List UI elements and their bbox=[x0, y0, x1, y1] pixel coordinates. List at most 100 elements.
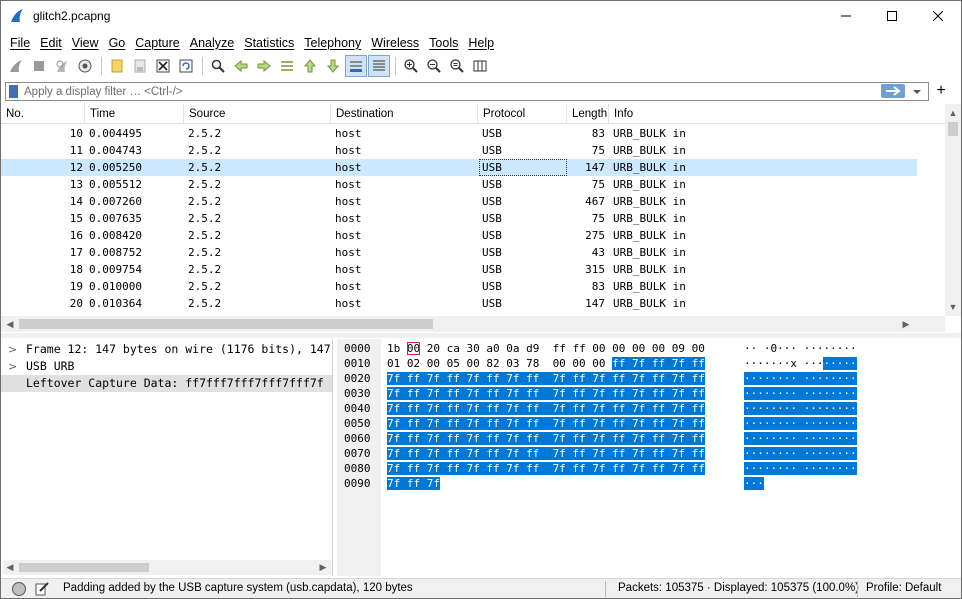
hex-dump[interactable]: 7f ff 7f bbox=[387, 476, 440, 491]
hex-dump[interactable]: 7f ff 7f ff 7f ff 7f ff 7f ff 7f ff 7f f… bbox=[387, 461, 705, 476]
scroll-down-icon[interactable]: ▼ bbox=[946, 300, 960, 314]
ascii-dump[interactable]: ·······x ········ bbox=[744, 356, 857, 371]
hex-dump[interactable]: 7f ff 7f ff 7f ff 7f ff 7f ff 7f ff 7f f… bbox=[387, 446, 705, 461]
hex-dump[interactable]: 7f ff 7f ff 7f ff 7f ff 7f ff 7f ff 7f f… bbox=[387, 416, 705, 431]
hex-dump[interactable]: 7f ff 7f ff 7f ff 7f ff 7f ff 7f ff 7f f… bbox=[387, 386, 705, 401]
tree-item-usb-urb[interactable]: > USB URB bbox=[1, 358, 332, 375]
add-filter-button[interactable]: + bbox=[933, 81, 949, 101]
column-header-no[interactable]: No. bbox=[1, 104, 85, 124]
resize-columns-button[interactable] bbox=[469, 55, 491, 77]
close-file-button[interactable] bbox=[152, 55, 174, 77]
packet-row[interactable]: 18 0.009754 2.5.2 host USB 315 URB_BULK in bbox=[1, 261, 917, 278]
column-header-info[interactable]: Info bbox=[609, 104, 917, 124]
close-button[interactable] bbox=[915, 1, 961, 31]
ascii-dump[interactable]: ········ ········ bbox=[744, 461, 857, 476]
menu-statistics[interactable]: Statistics bbox=[239, 36, 299, 50]
tree-item-frame[interactable]: > Frame 12: 147 bytes on wire (1176 bits… bbox=[1, 341, 332, 358]
expand-arrow-icon[interactable]: > bbox=[8, 341, 17, 358]
find-packet-button[interactable] bbox=[207, 55, 229, 77]
menu-telephony[interactable]: Telephony bbox=[299, 36, 366, 50]
scroll-up-icon[interactable]: ▲ bbox=[946, 106, 960, 120]
ascii-dump[interactable]: ········ ········ bbox=[744, 386, 857, 401]
auto-scroll-button[interactable] bbox=[345, 55, 367, 77]
ascii-dump[interactable]: ··· bbox=[744, 476, 764, 491]
scroll-right-icon[interactable]: ▶ bbox=[316, 560, 330, 574]
hex-dump[interactable]: 7f ff 7f ff 7f ff 7f ff 7f ff 7f ff 7f f… bbox=[387, 371, 705, 386]
column-header-source[interactable]: Source bbox=[184, 104, 331, 124]
go-last-button[interactable] bbox=[322, 55, 344, 77]
apply-filter-button[interactable] bbox=[881, 84, 905, 98]
restart-capture-button[interactable] bbox=[51, 55, 73, 77]
pane-splitter[interactable] bbox=[1, 333, 961, 338]
ascii-dump[interactable]: ········ ········ bbox=[744, 371, 857, 386]
hex-dump[interactable]: 1b 00 20 ca 30 a0 0a d9 ff ff 00 00 00 0… bbox=[387, 341, 705, 356]
menu-view[interactable]: View bbox=[67, 36, 104, 50]
packet-list-horizontal-scrollbar[interactable]: ◀ ▶ bbox=[1, 316, 945, 332]
ascii-dump[interactable]: ········ ········ bbox=[744, 431, 857, 446]
expand-arrow-icon[interactable]: > bbox=[8, 358, 17, 375]
packet-row[interactable]: 16 0.008420 2.5.2 host USB 275 URB_BULK in bbox=[1, 227, 917, 244]
profile-label[interactable]: Profile: Default bbox=[866, 582, 941, 594]
reload-file-button[interactable] bbox=[175, 55, 197, 77]
packet-row[interactable]: 17 0.008752 2.5.2 host USB 43 URB_BULK in bbox=[1, 244, 917, 261]
hex-dump[interactable]: 7f ff 7f ff 7f ff 7f ff 7f ff 7f ff 7f f… bbox=[387, 401, 705, 416]
packet-row[interactable]: 19 0.010000 2.5.2 host USB 83 URB_BULK in bbox=[1, 278, 917, 295]
close-file-icon bbox=[156, 59, 170, 73]
capture-options-button[interactable] bbox=[74, 55, 96, 77]
display-filter-input[interactable] bbox=[24, 84, 879, 99]
details-horizontal-scrollbar[interactable]: ◀ ▶ bbox=[3, 560, 331, 575]
zoom-out-button[interactable] bbox=[423, 55, 445, 77]
ascii-dump[interactable]: ·· ·0··· ········ bbox=[744, 341, 857, 356]
scrollbar-thumb[interactable] bbox=[948, 122, 958, 136]
packet-row[interactable]: 20 0.010364 2.5.2 host USB 147 URB_BULK in bbox=[1, 295, 917, 312]
start-capture-button[interactable] bbox=[5, 55, 27, 77]
minimize-button[interactable] bbox=[823, 1, 869, 31]
hex-dump[interactable]: 7f ff 7f ff 7f ff 7f ff 7f ff 7f ff 7f f… bbox=[387, 431, 705, 446]
maximize-button[interactable] bbox=[869, 1, 915, 31]
column-header-time[interactable]: Time bbox=[85, 104, 184, 124]
packet-row[interactable]: 11 0.004743 2.5.2 host USB 75 URB_BULK in bbox=[1, 142, 917, 159]
packet-row[interactable]: 12 0.005250 2.5.2 host USB 147 URB_BULK in bbox=[1, 159, 917, 176]
column-header-protocol[interactable]: Protocol bbox=[478, 104, 567, 124]
menu-go[interactable]: Go bbox=[104, 36, 131, 50]
filter-history-dropdown[interactable] bbox=[910, 85, 924, 98]
bookmark-icon[interactable] bbox=[9, 85, 18, 98]
menu-help[interactable]: Help bbox=[463, 36, 499, 50]
open-file-button[interactable] bbox=[106, 55, 128, 77]
menu-edit[interactable]: Edit bbox=[35, 36, 67, 50]
go-first-button[interactable] bbox=[299, 55, 321, 77]
hex-dump[interactable]: 01 02 00 05 00 82 03 78 00 00 00 ff 7f f… bbox=[387, 356, 705, 371]
scroll-right-icon[interactable]: ▶ bbox=[899, 317, 913, 331]
go-back-button[interactable] bbox=[230, 55, 252, 77]
go-to-packet-button[interactable] bbox=[276, 55, 298, 77]
go-forward-button[interactable] bbox=[253, 55, 275, 77]
capture-options-icon bbox=[78, 59, 92, 73]
menu-wireless[interactable]: Wireless bbox=[366, 36, 424, 50]
menu-file[interactable]: File bbox=[5, 36, 35, 50]
ascii-dump[interactable]: ········ ········ bbox=[744, 401, 857, 416]
packet-list-vertical-scrollbar[interactable]: ▲ ▼ bbox=[945, 104, 961, 316]
scroll-left-icon[interactable]: ◀ bbox=[3, 317, 17, 331]
scroll-left-icon[interactable]: ◀ bbox=[3, 560, 17, 574]
capture-comment-icon[interactable] bbox=[35, 582, 49, 596]
packet-row[interactable]: 15 0.007635 2.5.2 host USB 75 URB_BULK in bbox=[1, 210, 917, 227]
packet-row[interactable]: 10 0.004495 2.5.2 host USB 83 URB_BULK in bbox=[1, 125, 917, 142]
packet-row[interactable]: 14 0.007260 2.5.2 host USB 467 URB_BULK in bbox=[1, 193, 917, 210]
column-header-length[interactable]: Length bbox=[567, 104, 609, 124]
expert-info-icon[interactable] bbox=[12, 582, 26, 596]
packet-row[interactable]: 13 0.005512 2.5.2 host USB 75 URB_BULK in bbox=[1, 176, 917, 193]
tree-item-leftover-data[interactable]: Leftover Capture Data: ff7fff7fff7fff7ff… bbox=[1, 375, 332, 392]
menu-analyze[interactable]: Analyze bbox=[185, 36, 239, 50]
scrollbar-thumb[interactable] bbox=[19, 563, 149, 572]
ascii-dump[interactable]: ········ ········ bbox=[744, 446, 857, 461]
colorize-button[interactable] bbox=[368, 55, 390, 77]
normal-size-button[interactable] bbox=[446, 55, 468, 77]
stop-capture-button[interactable] bbox=[28, 55, 50, 77]
ascii-dump[interactable]: ········ ········ bbox=[744, 416, 857, 431]
menu-capture[interactable]: Capture bbox=[130, 36, 184, 50]
menu-tools[interactable]: Tools bbox=[424, 36, 463, 50]
scrollbar-thumb[interactable] bbox=[19, 319, 433, 329]
zoom-in-button[interactable] bbox=[400, 55, 422, 77]
column-header-destination[interactable]: Destination bbox=[331, 104, 478, 124]
save-file-button[interactable] bbox=[129, 55, 151, 77]
